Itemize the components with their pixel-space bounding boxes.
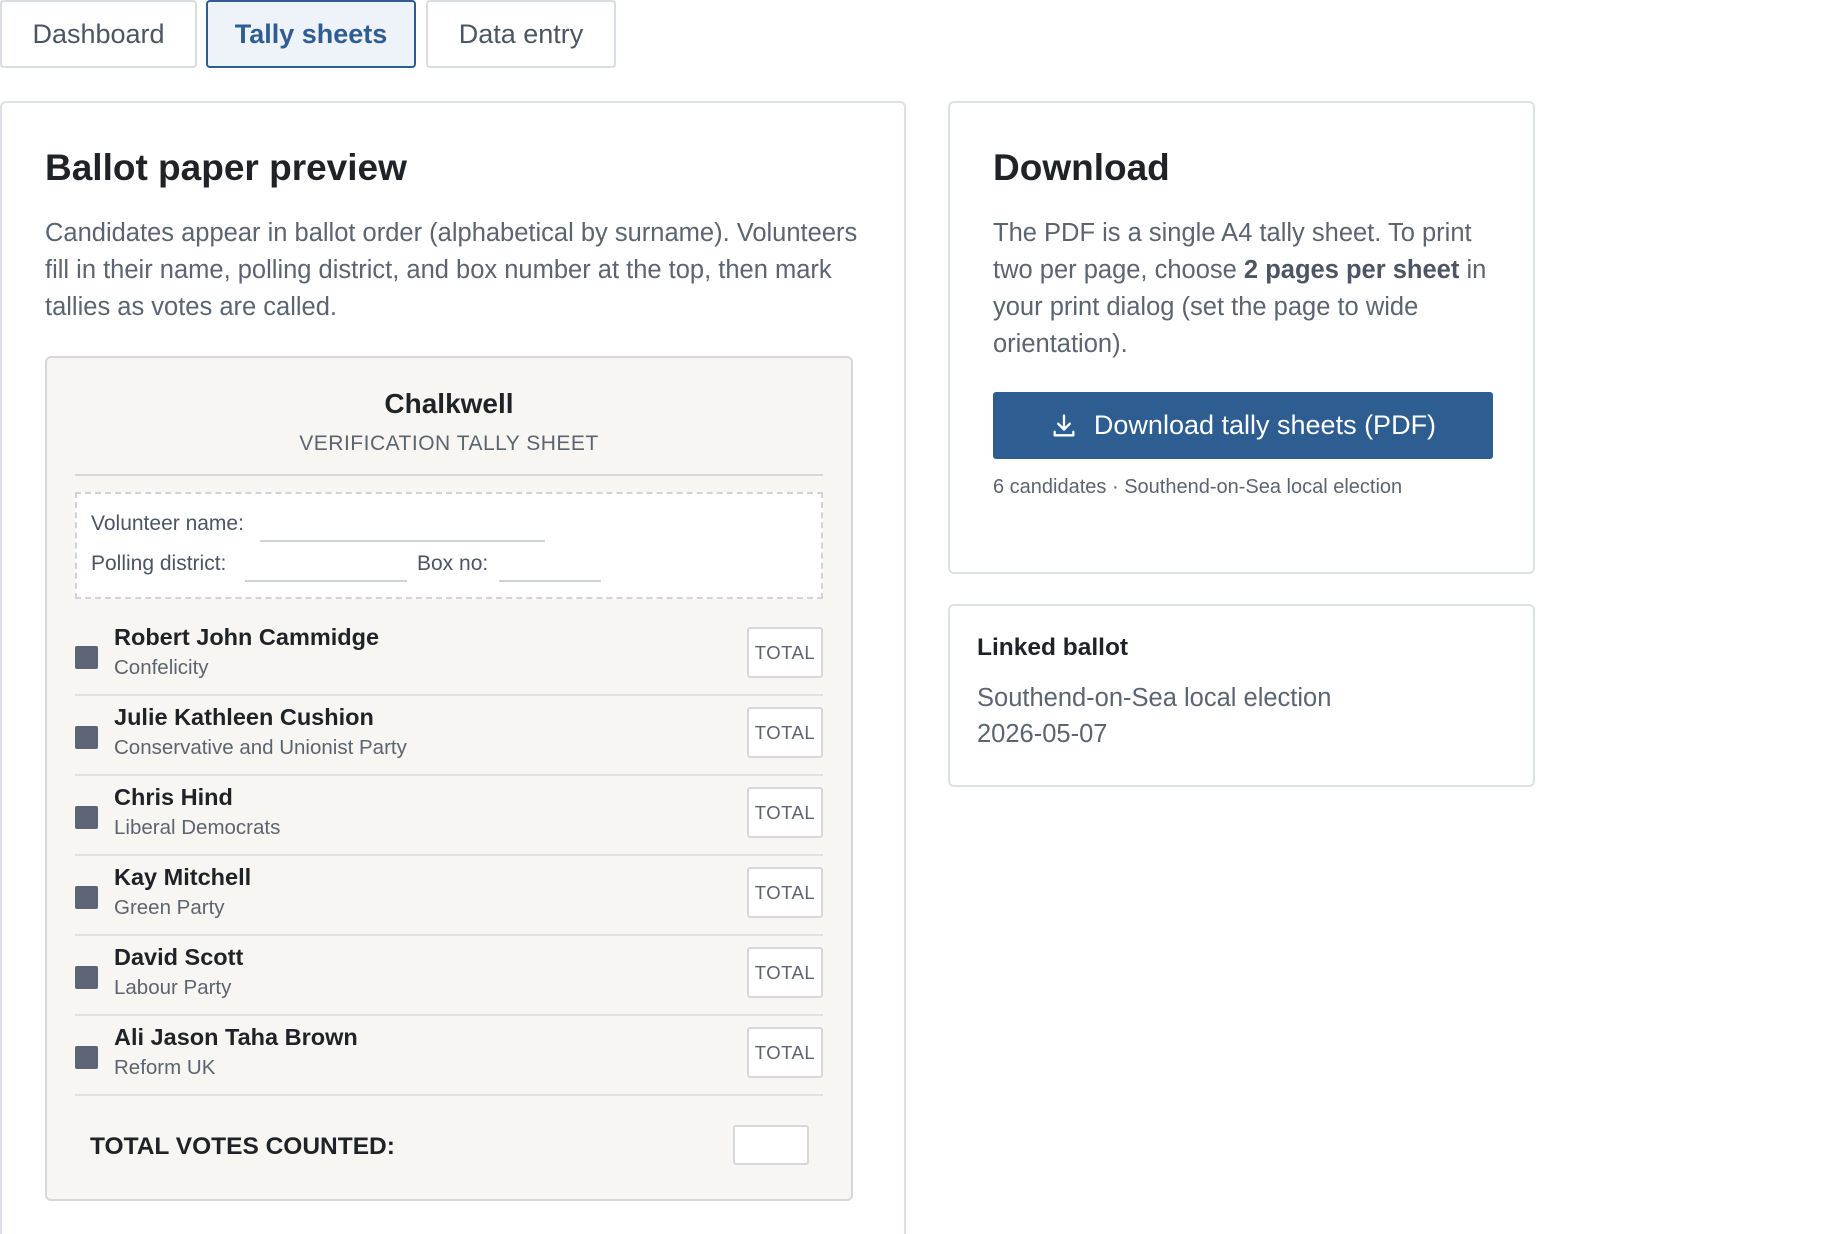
box-number-line — [499, 580, 601, 582]
candidate-swatch — [75, 966, 98, 989]
linked-ballot-card: Linked ballot Southend-on-Sea local elec… — [948, 604, 1535, 787]
download-meta: 6 candidates · Southend-on-Sea local ele… — [993, 476, 1403, 498]
polling-district-label: Polling district: — [91, 552, 227, 575]
volunteer-name-label: Volunteer name: — [91, 512, 244, 535]
candidate-name: Kay Mitchell — [114, 864, 252, 890]
candidate-name: Julie Kathleen Cushion — [114, 704, 374, 730]
candidate-party: Conservative and Unionist Party — [114, 736, 407, 759]
sheet-subtitle: VERIFICATION TALLY SHEET — [299, 432, 599, 455]
linked-election-date: 2026-05-07 — [977, 720, 1108, 748]
candidate-total-box: TOTAL — [747, 947, 823, 998]
tab-dashboard[interactable]: Dashboard — [0, 0, 197, 68]
download-button-label: Download tally sheets (PDF) — [1093, 410, 1437, 440]
tab-data-entry[interactable]: Data entry — [426, 0, 616, 68]
candidate-party: Green Party — [114, 896, 225, 919]
candidate-swatch — [75, 726, 98, 749]
candidate-row: Kay Mitchell Green Party TOTAL — [75, 856, 823, 936]
candidate-party: Liberal Democrats — [114, 816, 281, 839]
sheet-title: Chalkwell — [384, 388, 514, 419]
preview-description: Candidates appear in ballot order (alpha… — [45, 219, 858, 321]
download-pdf-button[interactable]: Download tally sheets (PDF) — [993, 392, 1493, 459]
download-description: The PDF is a single A4 tally sheet. To p… — [993, 215, 1503, 363]
candidate-row: Robert John Cammidge Confelicity TOTAL — [75, 616, 823, 696]
download-desc-bold: 2 pages per sheet — [1243, 256, 1460, 284]
polling-district-line — [245, 580, 407, 582]
tab-tally-sheets[interactable]: Tally sheets — [206, 0, 416, 68]
candidate-name: David Scott — [114, 944, 244, 970]
volunteer-fields: Volunteer name: Polling district: Box no… — [75, 492, 823, 599]
candidate-total-box: TOTAL — [747, 707, 823, 758]
linked-election-name: Southend-on-Sea local election — [977, 684, 1332, 712]
volunteer-name-line — [260, 540, 545, 542]
candidate-row: Ali Jason Taha Brown Reform UK TOTAL — [75, 1016, 823, 1096]
candidate-total-box: TOTAL — [747, 787, 823, 838]
candidate-row: David Scott Labour Party TOTAL — [75, 936, 823, 1016]
candidate-swatch — [75, 886, 98, 909]
sheet-divider — [75, 474, 823, 476]
candidate-party: Confelicity — [114, 656, 209, 679]
candidate-name: Ali Jason Taha Brown — [114, 1024, 358, 1050]
download-title: Download — [993, 147, 1170, 188]
candidate-party: Labour Party — [114, 976, 232, 999]
candidate-swatch — [75, 806, 98, 829]
preview-title: Ballot paper preview — [45, 147, 407, 188]
candidate-total-box: TOTAL — [747, 867, 823, 918]
ballot-preview-card: Ballot paper preview Candidates appear i… — [0, 101, 906, 1234]
box-number-label: Box no: — [417, 552, 489, 575]
candidate-total-box: TOTAL — [747, 627, 823, 678]
total-votes-box — [733, 1125, 809, 1165]
download-card: Download The PDF is a single A4 tally sh… — [948, 101, 1535, 574]
candidate-swatch — [75, 646, 98, 669]
candidate-swatch — [75, 1046, 98, 1069]
total-votes-label: TOTAL VOTES COUNTED: — [90, 1133, 395, 1160]
linked-ballot-title: Linked ballot — [977, 634, 1129, 661]
candidate-total-box: TOTAL — [747, 1027, 823, 1078]
candidate-name: Robert John Cammidge — [114, 624, 380, 650]
download-icon — [1053, 413, 1075, 436]
candidate-row: Chris Hind Liberal Democrats TOTAL — [75, 776, 823, 856]
candidate-name: Chris Hind — [114, 784, 233, 810]
candidate-row: Julie Kathleen Cushion Conservative and … — [75, 696, 823, 776]
tally-sheet: Chalkwell VERIFICATION TALLY SHEET Volun… — [45, 356, 853, 1201]
candidate-party: Reform UK — [114, 1056, 216, 1079]
